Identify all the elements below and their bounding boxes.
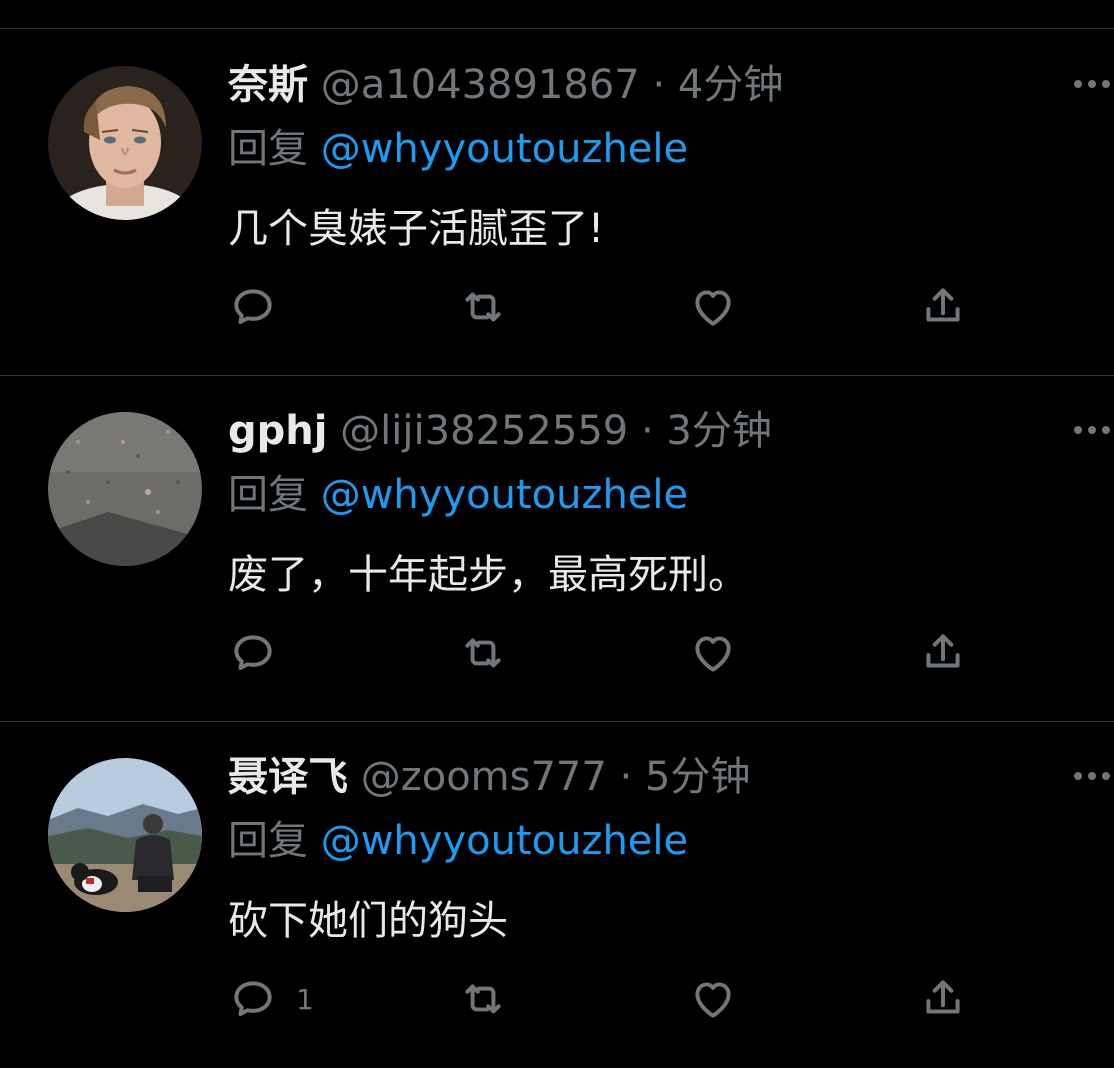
like-button[interactable] (688, 628, 738, 678)
more-icon[interactable] (1070, 764, 1114, 788)
share-icon (926, 288, 960, 322)
tweet-header: gphj @liji38252559 · 3分钟 (228, 408, 772, 454)
display-name[interactable]: gphj (228, 408, 327, 454)
like-button[interactable] (688, 282, 738, 332)
tweet[interactable]: 聂译飞 @zooms777 · 5分钟 回复 @whyyoutouzhele 砍… (0, 722, 1114, 1068)
reply-icon (234, 635, 272, 670)
avatar-image (48, 66, 202, 220)
reply-count: 1 (296, 982, 314, 1016)
avatar[interactable] (48, 412, 202, 566)
display-name[interactable]: 奈斯 (228, 62, 308, 108)
tweet-text: 砍下她们的狗头 (228, 898, 508, 944)
user-handle[interactable]: @liji38252559 (340, 408, 628, 454)
top-divider (0, 28, 1114, 29)
retweet-button[interactable] (458, 974, 508, 1024)
user-handle[interactable]: @a1043891867 (321, 62, 640, 108)
share-icon (926, 634, 960, 668)
tweet[interactable]: 奈斯 @a1043891867 · 4分钟 回复 @whyyoutouzhele… (0, 30, 1114, 376)
like-icon (695, 982, 731, 1018)
retweet-button[interactable] (458, 628, 508, 678)
separator-dot: · (640, 408, 654, 454)
timestamp[interactable]: 4分钟 (678, 62, 783, 108)
more-icon[interactable] (1070, 418, 1114, 442)
tweet-header: 奈斯 @a1043891867 · 4分钟 (228, 62, 783, 108)
reply-context: 回复 @whyyoutouzhele (228, 818, 688, 864)
user-handle[interactable]: @zooms777 (361, 754, 607, 800)
like-icon (695, 290, 731, 326)
more-icon[interactable] (1070, 72, 1114, 96)
reply-icon (234, 981, 272, 1016)
like-icon (695, 636, 731, 672)
reply-context: 回复 @whyyoutouzhele (228, 126, 688, 172)
reply-mention[interactable]: @whyyoutouzhele (321, 818, 688, 864)
action-bar: 1 (228, 974, 988, 1034)
reply-mention[interactable]: @whyyoutouzhele (321, 126, 688, 172)
tweet-header: 聂译飞 @zooms777 · 5分钟 (228, 754, 750, 800)
tweet-text: 废了，十年起步，最高死刑。 (228, 552, 748, 598)
display-name[interactable]: 聂译飞 (228, 754, 348, 800)
reply-icon (234, 289, 272, 324)
reply-button[interactable]: 1 (228, 974, 314, 1024)
share-icon (926, 980, 960, 1014)
separator-dot: · (619, 754, 633, 800)
like-button[interactable] (688, 974, 738, 1024)
reply-label: 回复 (228, 818, 308, 864)
avatar-image (48, 412, 202, 566)
tweet-text: 几个臭婊子活腻歪了! (228, 206, 605, 252)
retweet-icon (465, 638, 501, 668)
retweet-button[interactable] (458, 282, 508, 332)
avatar[interactable] (48, 758, 202, 912)
tweet[interactable]: gphj @liji38252559 · 3分钟 回复 @whyyoutouzh… (0, 376, 1114, 722)
reply-button[interactable] (228, 628, 296, 678)
share-button[interactable] (918, 974, 968, 1024)
share-button[interactable] (918, 282, 968, 332)
share-button[interactable] (918, 628, 968, 678)
retweet-icon (465, 292, 501, 322)
avatar[interactable] (48, 66, 202, 220)
retweet-icon (465, 984, 501, 1014)
timestamp[interactable]: 5分钟 (645, 754, 750, 800)
avatar-image (48, 758, 202, 912)
reply-context: 回复 @whyyoutouzhele (228, 472, 688, 518)
action-bar (228, 628, 988, 688)
reply-button[interactable] (228, 282, 296, 332)
separator-dot: · (652, 62, 666, 108)
reply-label: 回复 (228, 126, 308, 172)
reply-label: 回复 (228, 472, 308, 518)
timestamp[interactable]: 3分钟 (666, 408, 771, 454)
action-bar (228, 282, 988, 342)
reply-mention[interactable]: @whyyoutouzhele (321, 472, 688, 518)
